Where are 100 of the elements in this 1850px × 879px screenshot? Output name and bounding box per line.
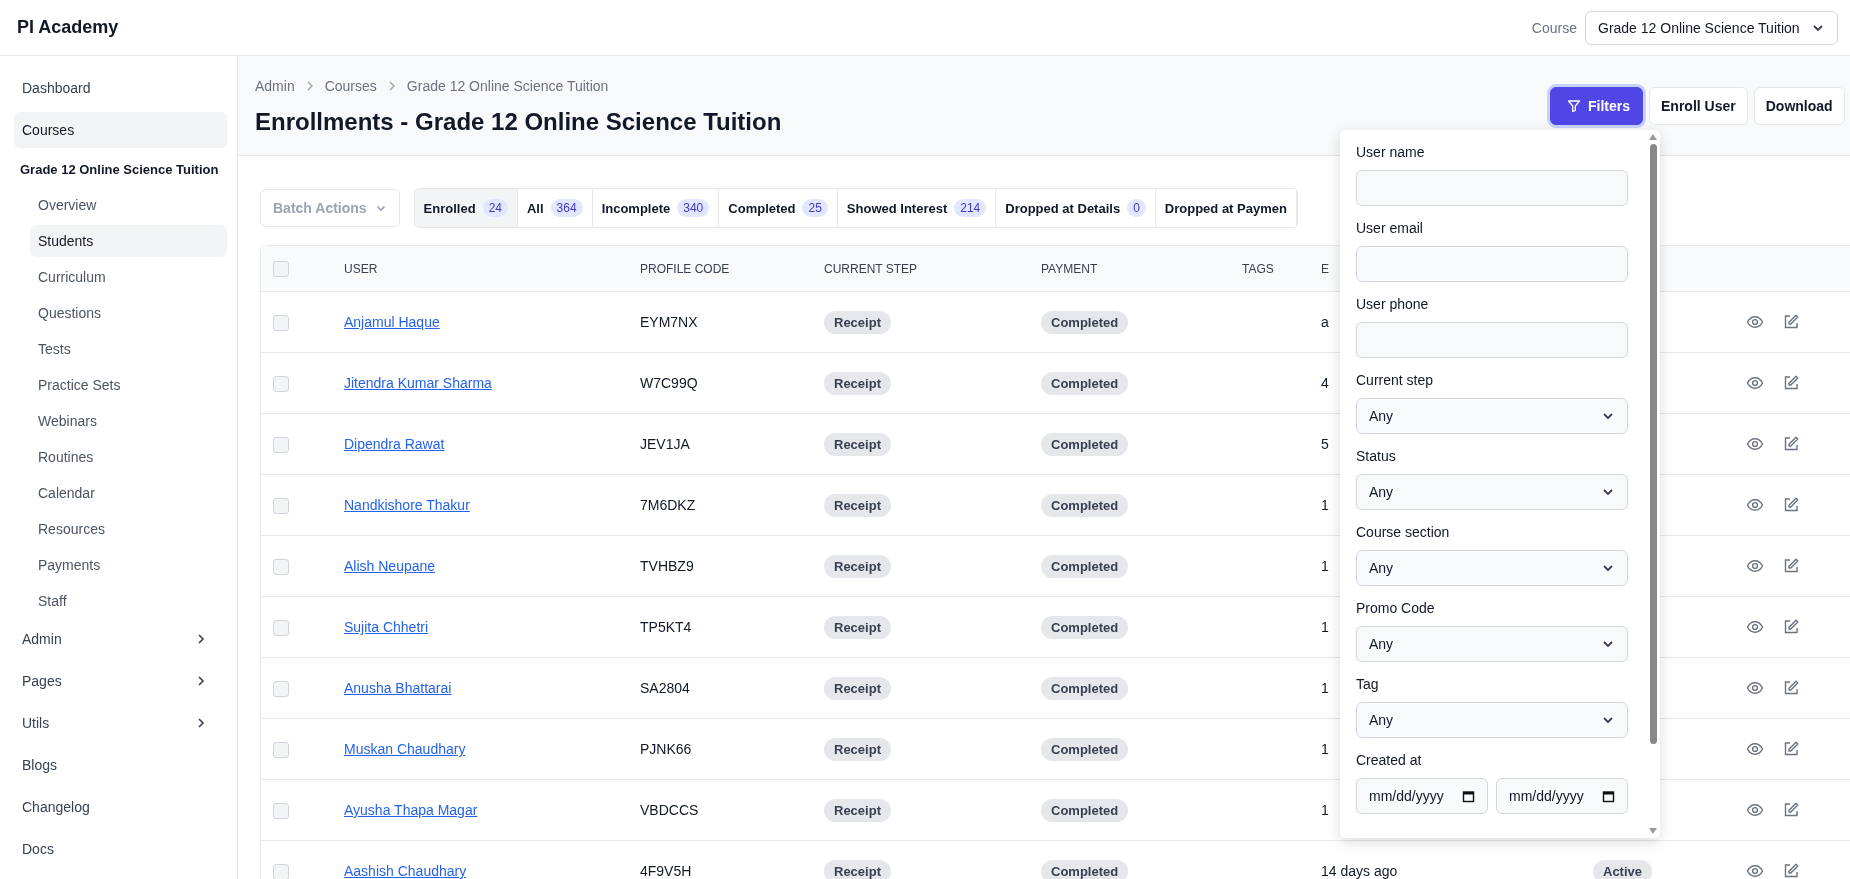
select-field[interactable]: Any xyxy=(1356,398,1628,434)
row-checkbox[interactable] xyxy=(273,863,289,879)
row-checkbox[interactable] xyxy=(273,802,289,819)
user-link[interactable]: Jitendra Kumar Sharma xyxy=(344,375,492,391)
scroll-down-arrow-icon[interactable] xyxy=(1649,828,1657,834)
select-field[interactable]: Any xyxy=(1356,474,1628,510)
action-button[interactable]: Download xyxy=(1753,87,1845,125)
table-cell: W7C99Q xyxy=(640,375,698,391)
eye-icon[interactable] xyxy=(1746,740,1764,758)
edit-icon[interactable] xyxy=(1782,557,1800,575)
row-checkbox[interactable] xyxy=(273,497,289,514)
eye-icon[interactable] xyxy=(1746,496,1764,514)
eye-icon[interactable] xyxy=(1746,801,1764,819)
breadcrumb-link[interactable]: Grade 12 Online Science Tuition xyxy=(406,78,609,94)
eye-icon[interactable] xyxy=(1746,313,1764,331)
edit-icon[interactable] xyxy=(1782,740,1800,758)
sidebar-subitem[interactable]: Questions xyxy=(30,297,227,329)
user-link[interactable]: Alish Neupane xyxy=(344,558,436,574)
date-field[interactable]: mm/dd/yyyy xyxy=(1356,778,1488,814)
field-label: Created at xyxy=(1356,752,1423,768)
count-badge: 340 xyxy=(677,199,710,217)
action-button[interactable]: Enroll User xyxy=(1649,87,1748,125)
sidebar-subitem[interactable]: Practice Sets xyxy=(30,369,227,401)
sidebar-subitem[interactable]: Students xyxy=(30,225,227,257)
sidebar-item[interactable]: Docs xyxy=(14,831,227,867)
sidebar-subitem[interactable]: Webinars xyxy=(30,405,227,437)
eye-icon[interactable] xyxy=(1746,557,1764,575)
payment-badge: Completed xyxy=(1041,799,1129,822)
row-checkbox[interactable] xyxy=(273,680,289,697)
user-link[interactable]: Anjamul Haque xyxy=(344,314,440,330)
sidebar-subitem[interactable]: Tests xyxy=(30,333,227,365)
calendar-icon[interactable] xyxy=(1462,789,1475,803)
row-checkbox[interactable] xyxy=(273,741,289,758)
user-link[interactable]: Muskan Chaudhary xyxy=(344,741,466,757)
user-link[interactable]: Anusha Bhattarai xyxy=(344,680,452,696)
row-checkbox[interactable] xyxy=(273,375,289,392)
select-all-checkbox[interactable] xyxy=(273,260,289,277)
eye-icon[interactable] xyxy=(1746,374,1764,392)
input-field[interactable] xyxy=(1356,170,1628,206)
field-label: User email xyxy=(1356,220,1424,236)
tab[interactable]: Enrolled 24 xyxy=(414,189,518,227)
edit-icon[interactable] xyxy=(1782,496,1800,514)
eye-icon[interactable] xyxy=(1746,618,1764,636)
row-checkbox[interactable] xyxy=(273,619,289,636)
user-link[interactable]: Sujita Chhetri xyxy=(344,619,429,635)
step-badge: Receipt xyxy=(824,555,891,578)
sidebar-item[interactable]: Dashboard xyxy=(14,70,227,106)
edit-icon[interactable] xyxy=(1782,801,1800,819)
sidebar-item[interactable]: Admin xyxy=(14,621,227,657)
count-badge: 24 xyxy=(482,199,508,217)
payment-badge: Completed xyxy=(1041,494,1129,517)
select-field[interactable]: Any xyxy=(1356,702,1628,738)
sidebar-item[interactable]: Pages xyxy=(14,663,227,699)
row-checkbox[interactable] xyxy=(273,558,289,575)
date-field[interactable]: mm/dd/yyyy xyxy=(1496,778,1628,814)
course-select[interactable]: Grade 12 Online Science Tuition xyxy=(1585,10,1838,45)
edit-icon[interactable] xyxy=(1782,435,1800,453)
edit-icon[interactable] xyxy=(1782,679,1800,697)
table-cell: 5 xyxy=(1321,436,1329,452)
sidebar-subitem[interactable]: Overview xyxy=(30,189,227,221)
breadcrumb-link[interactable]: Courses xyxy=(324,78,377,94)
sidebar-item[interactable]: Utils xyxy=(14,705,227,741)
input-field[interactable] xyxy=(1356,322,1628,358)
edit-icon[interactable] xyxy=(1782,374,1800,392)
edit-icon[interactable] xyxy=(1782,862,1800,879)
scroll-up-arrow-icon[interactable] xyxy=(1649,134,1657,140)
filters-button[interactable]: Filters xyxy=(1550,87,1643,125)
user-link[interactable]: Ayusha Thapa Magar xyxy=(344,802,478,818)
sidebar-subitem[interactable]: Resources xyxy=(30,513,227,545)
select-field[interactable]: Any xyxy=(1356,626,1628,662)
sidebar-subitem[interactable]: Routines xyxy=(30,441,227,473)
sidebar-item[interactable]: Blogs xyxy=(14,747,227,783)
sidebar-subitem[interactable]: Calendar xyxy=(30,477,227,509)
sidebar-subitem[interactable]: Staff xyxy=(30,585,227,617)
edit-icon[interactable] xyxy=(1782,618,1800,636)
sidebar-item[interactable]: Courses xyxy=(14,112,227,148)
step-badge: Receipt xyxy=(824,860,891,879)
sidebar-subitem[interactable]: Curriculum xyxy=(30,261,227,293)
column-header: PROFILE CODE xyxy=(640,261,730,276)
breadcrumb-link[interactable]: Admin xyxy=(255,78,295,94)
sidebar-item[interactable]: Changelog xyxy=(14,789,227,825)
step-badge: Receipt xyxy=(824,433,891,456)
select-field[interactable]: Any xyxy=(1356,550,1628,586)
column-header: PAYMENT xyxy=(1041,261,1098,276)
table-cell: VBDCCS xyxy=(640,802,699,818)
edit-icon[interactable] xyxy=(1782,313,1800,331)
payment-badge: Completed xyxy=(1041,677,1129,700)
sidebar-subitem[interactable]: Payments xyxy=(30,549,227,581)
user-link[interactable]: Dipendra Rawat xyxy=(344,436,445,452)
user-link[interactable]: Nandkishore Thakur xyxy=(344,497,470,513)
row-checkbox[interactable] xyxy=(273,314,289,331)
user-link[interactable]: Aashish Chaudhary xyxy=(344,863,467,879)
field-label: User name xyxy=(1356,144,1426,160)
eye-icon[interactable] xyxy=(1746,679,1764,697)
row-checkbox[interactable] xyxy=(273,436,289,453)
calendar-icon[interactable] xyxy=(1602,789,1615,803)
field-label: User phone xyxy=(1356,296,1430,312)
eye-icon[interactable] xyxy=(1746,862,1764,879)
input-field[interactable] xyxy=(1356,246,1628,282)
eye-icon[interactable] xyxy=(1746,435,1764,453)
